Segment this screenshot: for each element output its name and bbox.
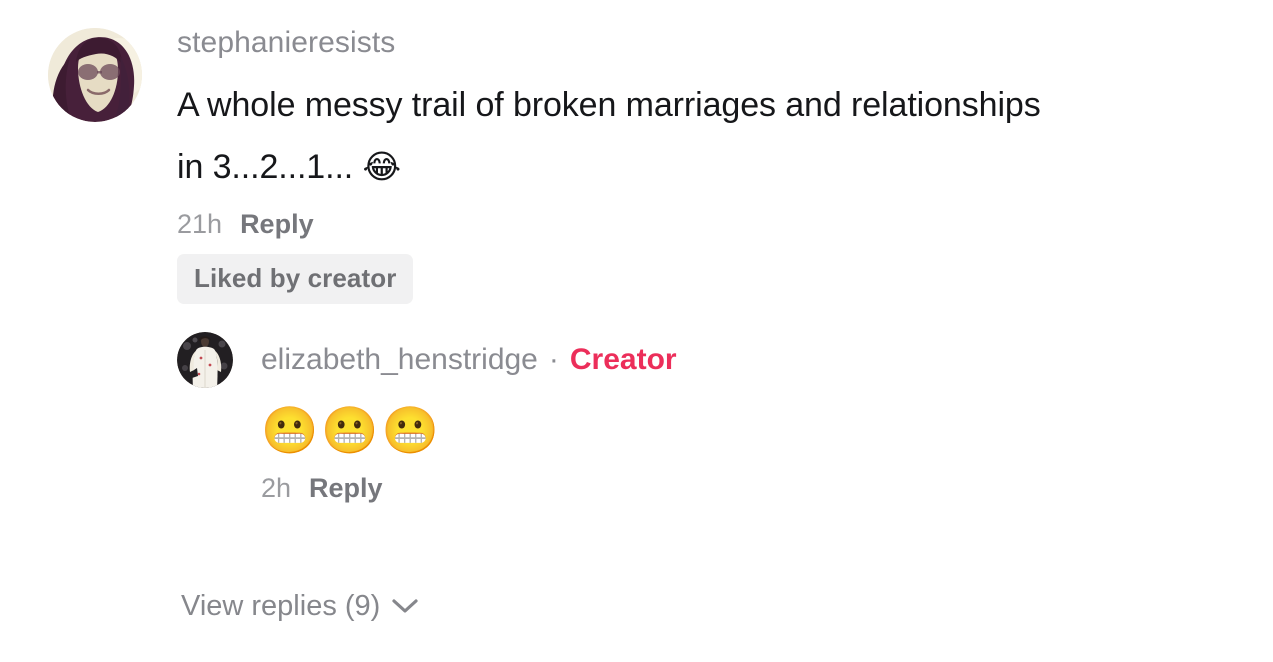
reply-avatar[interactable]	[177, 332, 233, 388]
comment-text: A whole messy trail of broken marriages …	[177, 74, 1067, 198]
chevron-down-icon[interactable]	[392, 598, 418, 614]
liked-by-creator-badge: Liked by creator	[177, 254, 414, 304]
comment-username[interactable]: stephanieresists	[177, 26, 1067, 60]
comment-thread: stephanieresists A whole messy trail of …	[0, 0, 1273, 662]
reply-timestamp: 2h	[261, 473, 292, 503]
reply-username[interactable]: elizabeth_henstridge	[261, 343, 538, 377]
grimacing-emoji-group: 😬😬😬	[261, 403, 442, 457]
comment-meta-row: 21h Reply	[177, 208, 1067, 240]
reply-reply-button[interactable]: Reply	[309, 472, 383, 504]
view-replies-button[interactable]: View replies (9)	[181, 589, 418, 623]
comment-item-root: stephanieresists A whole messy trail of …	[48, 26, 1228, 504]
joy-emoji: 😂	[362, 147, 402, 186]
reply-meta-row: 2h Reply	[261, 472, 677, 504]
comment-reply-button[interactable]: Reply	[240, 208, 314, 240]
comment-body: stephanieresists A whole messy trail of …	[177, 26, 1067, 504]
reply-user-line: elizabeth_henstridge · Creator	[261, 332, 677, 388]
reply-item: elizabeth_henstridge · Creator 😬😬😬 2h Re…	[177, 332, 1067, 504]
view-replies-label: View replies (9)	[181, 590, 381, 622]
creator-badge: Creator	[569, 343, 677, 376]
comment-text-content: A whole messy trail of broken marriages …	[177, 86, 1041, 186]
reply-separator-dot: ·	[548, 343, 559, 376]
reply-body: elizabeth_henstridge · Creator 😬😬😬 2h Re…	[261, 332, 677, 504]
comment-avatar[interactable]	[48, 28, 142, 122]
comment-timestamp: 21h	[177, 209, 223, 239]
